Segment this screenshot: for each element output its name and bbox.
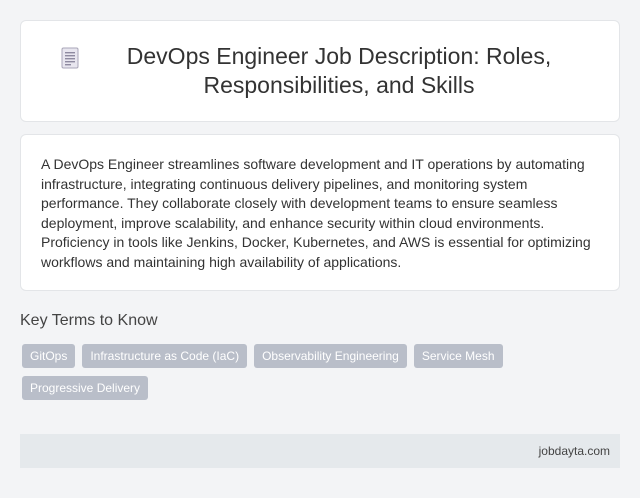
tag-infrastructure-as-code[interactable]: Infrastructure as Code (IaC) [82,344,248,368]
footer-source[interactable]: jobdayta.com [539,444,610,458]
title-row: DevOps Engineer Job Description: Roles, … [61,42,579,100]
key-terms-heading: Key Terms to Know [20,312,158,329]
tag-observability-engineering[interactable]: Observability Engineering [254,344,407,368]
title-card: DevOps Engineer Job Description: Roles, … [20,20,620,122]
description-card: A DevOps Engineer streamlines software d… [20,134,620,291]
tag-gitops[interactable]: GitOps [22,344,76,368]
footer: jobdayta.com [20,434,620,468]
key-terms-tags: GitOps Infrastructure as Code (IaC) Obse… [22,344,522,408]
page-title: DevOps Engineer Job Description: Roles, … [126,43,552,98]
tag-progressive-delivery[interactable]: Progressive Delivery [22,376,149,400]
description-text: A DevOps Engineer streamlines software d… [41,156,591,270]
page: DevOps Engineer Job Description: Roles, … [0,0,640,498]
tag-service-mesh[interactable]: Service Mesh [413,344,503,368]
document-icon [61,47,79,69]
